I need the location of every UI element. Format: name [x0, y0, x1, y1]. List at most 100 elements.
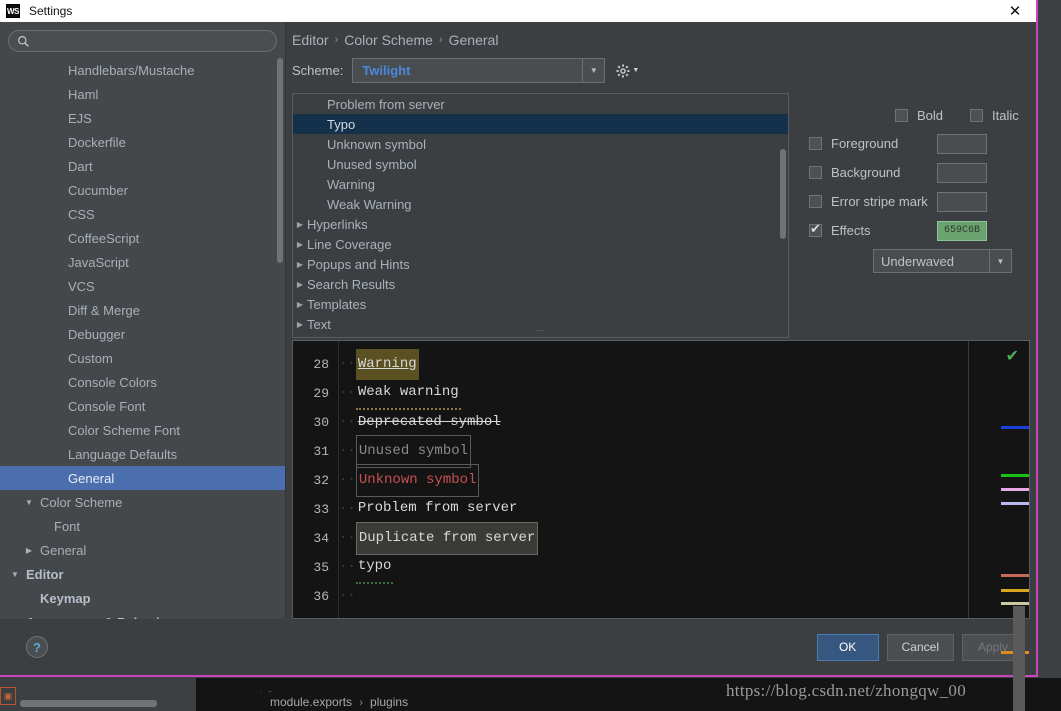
close-icon[interactable]: ✕ [1000, 0, 1030, 22]
cancel-button[interactable]: Cancel [886, 633, 954, 661]
bold-checkbox[interactable] [895, 109, 908, 122]
scheme-row: Scheme: Twilight ▼ ▼ [286, 48, 1036, 83]
background-tool-button[interactable]: ▣ [0, 687, 16, 705]
sidebar-item-dart[interactable]: Dart [0, 154, 285, 178]
scheme-settings-button[interactable]: ▼ [616, 64, 639, 78]
sidebar-scrollbar[interactable] [277, 58, 283, 263]
italic-checkbox[interactable] [970, 109, 984, 122]
sidebar-item-keymap[interactable]: Keymap [0, 586, 285, 610]
error-stripe-mark-checkbox[interactable] [809, 195, 822, 208]
chevron-right-icon[interactable]: ▶ [22, 546, 36, 555]
search-container [0, 22, 285, 58]
chevron-down-icon[interactable]: ▼ [582, 59, 604, 82]
list-item[interactable]: ▶ Templates [293, 294, 788, 314]
sidebar-item-color-scheme[interactable]: ▼ Color Scheme [0, 490, 285, 514]
chevron-right-icon[interactable]: ▶ [293, 300, 307, 309]
settings-tree[interactable]: Handlebars/Mustache Haml EJS Dockerfile Dart… [0, 58, 285, 619]
stripe-mark[interactable] [1001, 602, 1029, 605]
background-color-swatch[interactable] [937, 162, 987, 183]
list-item[interactable]: ▶ Search Results [293, 274, 788, 294]
chevron-right-icon[interactable]: ▶ [293, 240, 307, 249]
list-item[interactable]: ▶ Line Coverage [293, 234, 788, 254]
foreground-color-swatch[interactable] [937, 133, 987, 154]
stripe-mark[interactable] [1001, 426, 1029, 429]
sidebar-item-font[interactable]: Font [0, 514, 285, 538]
stripe-scroll-thumb[interactable] [1013, 606, 1025, 711]
sidebar-item-cucumber[interactable]: Cucumber [0, 178, 285, 202]
sidebar-item-haml[interactable]: Haml [0, 82, 285, 106]
list-item-label: Problem from server [327, 96, 445, 112]
preview-token-warning: Warning [355, 349, 419, 380]
foreground-checkbox[interactable] [809, 137, 822, 150]
list-scrollbar[interactable] [780, 149, 786, 239]
breadcrumb-item-general[interactable]: General [449, 32, 499, 48]
sidebar-item-console-font[interactable]: Console Font [0, 394, 285, 418]
preview-editor[interactable]: 28 29 30 31 32 33 34 35 36 ·· Warning ·· Weak warni… [292, 340, 1030, 711]
scheme-dropdown[interactable]: Twilight ▼ [352, 58, 606, 83]
chevron-down-icon[interactable]: ▼ [989, 250, 1011, 272]
breadcrumb-item-color-scheme[interactable]: Color Scheme [344, 32, 433, 48]
sidebar-item-ejs[interactable]: EJS [0, 106, 285, 130]
sidebar-item-javascript[interactable]: JavaScript [0, 250, 285, 274]
sidebar-item-diff-merge[interactable]: Diff & Merge [0, 298, 285, 322]
chevron-right-icon[interactable]: ▶ [8, 618, 22, 620]
sidebar-item-color-scheme-font[interactable]: Color Scheme Font [0, 418, 285, 442]
chevron-right-icon[interactable]: ▶ [293, 260, 307, 269]
list-item[interactable]: ▶ Hyperlinks [293, 214, 788, 234]
sidebar-item-custom[interactable]: Custom [0, 346, 285, 370]
stripe-mark[interactable] [1001, 574, 1029, 577]
effects-color-swatch[interactable]: 659C6B [937, 220, 987, 241]
stripe-mark[interactable] [1001, 488, 1029, 491]
list-item[interactable]: Warning [293, 174, 788, 194]
list-item[interactable]: Problem from server [293, 94, 788, 114]
error-stripe[interactable]: ✔ [969, 341, 1029, 711]
search-input[interactable] [34, 34, 268, 48]
sidebar-item-label: Color Scheme Font [68, 422, 180, 438]
sidebar-item-general[interactable]: ▶ General [0, 538, 285, 562]
sidebar-item-debugger[interactable]: Debugger [0, 322, 285, 346]
sidebar-item-label: Debugger [68, 326, 126, 342]
chevron-right-icon[interactable]: ▶ [293, 320, 307, 329]
chevron-down-icon[interactable]: ▼ [8, 570, 22, 579]
foreground-label: Foreground [831, 136, 899, 151]
sidebar-item-label: General [68, 470, 115, 486]
help-icon[interactable]: ? [26, 636, 48, 658]
list-item[interactable]: Unknown symbol [293, 134, 788, 154]
background-breadcrumb-item: plugins [370, 694, 409, 709]
background-scrollbar[interactable] [20, 700, 157, 707]
chevron-right-icon[interactable]: ▶ [293, 220, 307, 229]
list-item[interactable]: Typo [293, 114, 788, 134]
whitespace-dots: ·· [339, 501, 356, 517]
error-stripe-mark-color-swatch[interactable] [937, 191, 987, 212]
sidebar-item-handlebars-mustache[interactable]: Handlebars/Mustache [0, 58, 285, 82]
sidebar-item-console-colors[interactable]: Console Colors [0, 370, 285, 394]
stripe-mark[interactable] [1001, 589, 1029, 592]
ok-button[interactable]: OK [816, 633, 879, 661]
sidebar-item-css[interactable]: CSS [0, 202, 285, 226]
search-box[interactable] [8, 30, 277, 52]
chevron-right-icon[interactable]: ▶ [293, 280, 307, 289]
stripe-mark[interactable] [1001, 474, 1029, 477]
breadcrumb-item-editor[interactable]: Editor [292, 32, 329, 48]
effects-checkbox[interactable] [809, 221, 822, 237]
sidebar-item-editor[interactable]: ▼ Editor [0, 562, 285, 586]
sidebar-item-coffeescript[interactable]: CoffeeScript [0, 226, 285, 250]
sidebar-item-general[interactable]: General [0, 466, 285, 490]
list-item[interactable]: Weak Warning [293, 194, 788, 214]
sidebar-item-appearance-behavior[interactable]: ▶ Appearance & Behavior [0, 610, 285, 620]
list-item-label: Line Coverage [307, 236, 392, 252]
color-scheme-list[interactable]: Problem from server Typo Unknown symbol Unu… [292, 93, 789, 338]
resize-grip[interactable]: ⋯ [536, 325, 546, 336]
sidebar-item-dockerfile[interactable]: Dockerfile [0, 130, 285, 154]
sidebar-item-vcs[interactable]: VCS [0, 274, 285, 298]
sidebar-item-label: Keymap [40, 590, 91, 606]
stripe-mark[interactable] [1001, 502, 1029, 505]
effect-type-dropdown[interactable]: Underwaved ▼ [873, 249, 1012, 273]
sidebar-item-language-defaults[interactable]: Language Defaults [0, 442, 285, 466]
preview-code-area[interactable]: ·· Warning ·· Weak warning ·· Deprecated symb… [337, 341, 1029, 618]
list-item[interactable]: ▶ Popups and Hints [293, 254, 788, 274]
background-checkbox[interactable] [809, 166, 822, 179]
list-item[interactable]: Unused symbol [293, 154, 788, 174]
chevron-down-icon[interactable]: ▼ [22, 498, 36, 507]
effects-label: Effects [831, 223, 871, 238]
